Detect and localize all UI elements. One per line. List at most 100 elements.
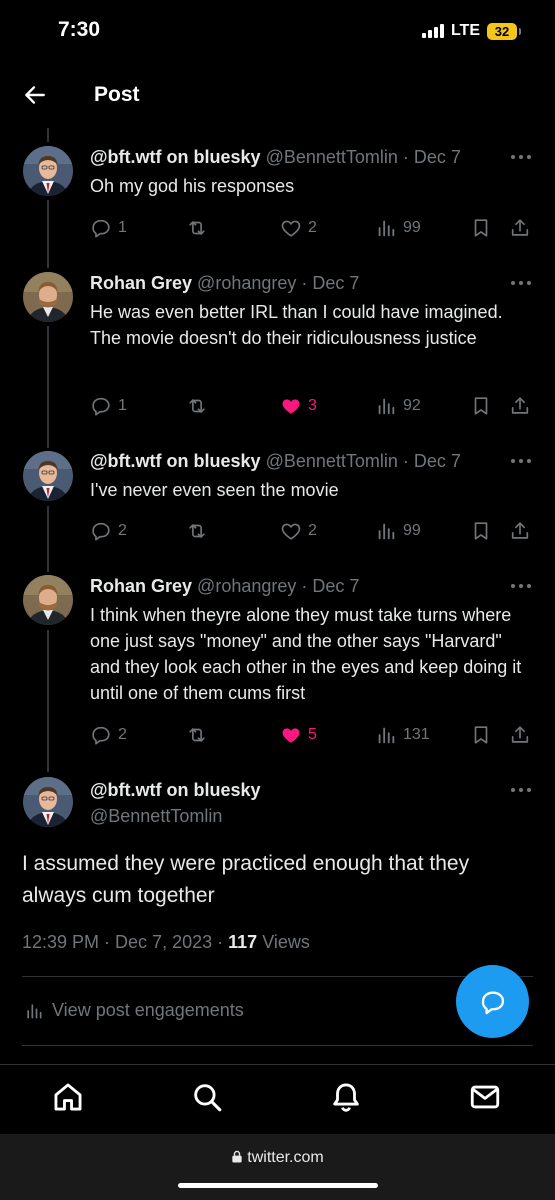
search-icon[interactable] [190, 1080, 224, 1114]
author-name[interactable]: @bft.wtf on bluesky [90, 451, 261, 471]
author-handle[interactable]: @BennettTomlin [266, 451, 398, 471]
reply-icon [90, 724, 112, 746]
retweet-button[interactable] [186, 395, 208, 417]
view-engagements-link[interactable]: View post engagements [24, 1000, 244, 1021]
retweet-button[interactable] [186, 724, 208, 746]
post-time: 12:39 PM [22, 932, 100, 952]
main-author-name[interactable]: @bft.wtf on bluesky [90, 780, 261, 801]
tweet-date[interactable]: Dec 7 [312, 273, 359, 293]
signal-icon [421, 24, 444, 38]
home-icon[interactable] [51, 1080, 85, 1114]
author-name[interactable]: @bft.wtf on bluesky [90, 147, 261, 167]
share-icon [509, 217, 531, 239]
retweet-button[interactable] [186, 520, 208, 542]
bookmark-button[interactable] [470, 724, 492, 746]
reply-icon [90, 395, 112, 417]
avatar[interactable] [23, 451, 73, 501]
like-button[interactable]: 2 [280, 520, 317, 542]
retweet-button[interactable] [186, 217, 208, 239]
tweet-date[interactable]: Dec 7 [414, 147, 461, 167]
reply-button[interactable]: 1 [90, 217, 127, 239]
separator-dot: · [397, 147, 414, 167]
reply-count: 1 [118, 219, 127, 236]
tweet-date[interactable]: Dec 7 [414, 451, 461, 471]
url-text: twitter.com [247, 1149, 324, 1166]
more-icon[interactable] [511, 584, 531, 590]
url-display[interactable]: twitter.com [0, 1149, 555, 1167]
heart-filled-icon [280, 724, 302, 746]
lock-icon [232, 1150, 242, 1163]
share-icon [509, 395, 531, 417]
retweet-icon [186, 724, 208, 746]
battery-icon: 32 [487, 22, 521, 40]
more-icon[interactable] [511, 788, 531, 794]
post-view-count: 117 [228, 932, 258, 952]
views-button[interactable]: 99 [375, 217, 421, 239]
view-count: 92 [403, 397, 421, 414]
main-author-handle[interactable]: @BennettTomlin [90, 806, 222, 827]
tweet-header: Rohan Grey @rohangrey · Dec 7 [90, 273, 359, 294]
share-icon [509, 520, 531, 542]
views-icon [375, 395, 397, 417]
share-button[interactable] [509, 520, 531, 542]
separator-dot: · [99, 932, 116, 952]
author-handle[interactable]: @rohangrey [197, 273, 296, 293]
tweet-header: Rohan Grey @rohangrey · Dec 7 [90, 576, 359, 597]
compose-reply-button[interactable] [456, 965, 529, 1038]
reply-button[interactable]: 2 [90, 520, 127, 542]
views-icon [24, 1001, 44, 1021]
divider [22, 976, 533, 977]
bookmark-icon [470, 724, 492, 746]
more-icon[interactable] [511, 281, 531, 287]
tweet-date[interactable]: Dec 7 [312, 576, 359, 596]
arrow-left-icon[interactable] [22, 82, 48, 108]
like-button[interactable]: 3 [280, 395, 317, 417]
views-button[interactable]: 99 [375, 520, 421, 542]
bookmark-button[interactable] [470, 520, 492, 542]
heart-filled-icon [280, 395, 302, 417]
separator-dot: · [296, 576, 313, 596]
divider [22, 1045, 533, 1046]
views-icon [375, 724, 397, 746]
like-button[interactable]: 5 [280, 724, 317, 746]
mail-icon[interactable] [468, 1080, 502, 1114]
browser-url-bar [0, 1134, 555, 1200]
views-icon [375, 217, 397, 239]
avatar[interactable] [23, 575, 73, 625]
more-icon[interactable] [511, 155, 531, 161]
thread-line [47, 326, 49, 448]
bookmark-icon [470, 217, 492, 239]
thread-line [47, 200, 49, 268]
thread-line [47, 506, 49, 572]
retweet-icon [186, 395, 208, 417]
reply-button[interactable]: 2 [90, 724, 127, 746]
avatar[interactable] [23, 146, 73, 196]
author-name[interactable]: Rohan Grey [90, 273, 192, 293]
like-button[interactable]: 2 [280, 217, 317, 239]
bookmark-button[interactable] [470, 395, 492, 417]
author-handle[interactable]: @BennettTomlin [266, 147, 398, 167]
bell-icon[interactable] [329, 1080, 363, 1114]
share-button[interactable] [509, 724, 531, 746]
views-button[interactable]: 131 [375, 724, 430, 746]
reply-icon [90, 520, 112, 542]
avatar[interactable] [23, 777, 73, 827]
more-icon[interactable] [511, 459, 531, 465]
home-indicator[interactable] [178, 1183, 378, 1188]
views-button[interactable]: 92 [375, 395, 421, 417]
share-icon [509, 724, 531, 746]
view-count: 99 [403, 522, 421, 539]
tweet-header: @bft.wtf on bluesky @BennettTomlin · Dec… [90, 147, 461, 168]
like-count: 5 [308, 726, 317, 743]
reply-button[interactable]: 1 [90, 395, 127, 417]
tweet-header: @bft.wtf on bluesky @BennettTomlin · Dec… [90, 451, 461, 472]
author-handle[interactable]: @rohangrey [197, 576, 296, 596]
author-name[interactable]: Rohan Grey [90, 576, 192, 596]
heart-icon [280, 217, 302, 239]
share-button[interactable] [509, 395, 531, 417]
share-button[interactable] [509, 217, 531, 239]
tweet-text: I've never even seen the movie [90, 480, 339, 500]
avatar[interactable] [23, 272, 73, 322]
bookmark-button[interactable] [470, 217, 492, 239]
post-timestamp: 12:39 PM · Dec 7, 2023 · 117 Views [22, 932, 310, 953]
